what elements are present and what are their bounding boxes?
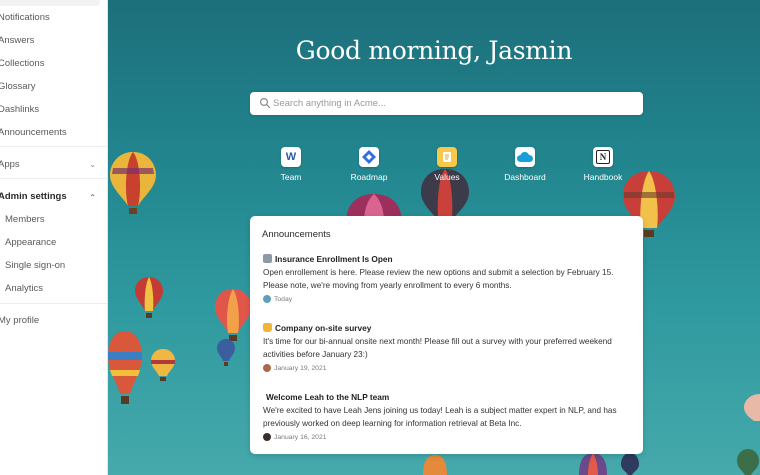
sidebar-item-analytics[interactable]: Analytics <box>5 279 107 299</box>
announcement-meta: January 16, 2021 <box>263 433 635 441</box>
sidebar-item-label: Answers <box>0 35 35 46</box>
sidebar-item-my-profile[interactable]: My profile <box>0 311 107 331</box>
sidebar-item-dashlinks[interactable]: Dashlinks <box>0 100 107 120</box>
announcement-date: January 16, 2021 <box>274 433 327 441</box>
hot-air-balloon-image <box>621 453 639 475</box>
salesforce-cloud-icon <box>515 147 535 167</box>
sidebar-item-label: Single sign-on <box>5 260 66 271</box>
jira-diamond-icon <box>359 147 379 167</box>
shortcut-handbook[interactable]: N Handbook <box>568 147 638 182</box>
announcement-date: Today <box>274 295 293 303</box>
announcement-meta: January 19, 2021 <box>263 364 635 372</box>
sidebar-item-announcements[interactable]: Announcements <box>0 123 107 143</box>
announcement-item[interactable]: Welcome Leah to the NLP team We're excit… <box>263 391 635 441</box>
announcement-title-text: Company on-site survey <box>275 322 372 333</box>
shortcut-team[interactable]: W Team <box>256 147 326 182</box>
announcement-title: Welcome Leah to the NLP team <box>263 391 635 402</box>
notion-n-icon: N <box>593 147 613 167</box>
hot-air-balloon-image <box>215 289 251 341</box>
search-input[interactable]: Search anything in Acme... <box>273 92 386 115</box>
announcement-date: January 19, 2021 <box>274 364 327 372</box>
hot-air-balloon-image <box>108 331 142 404</box>
announcement-body: We're excited to have Leah Jens joining … <box>263 406 617 428</box>
hot-air-balloon-image <box>579 453 607 475</box>
hot-air-balloon-image <box>423 455 447 475</box>
avatar <box>263 295 271 303</box>
shortcut-label: Dashboard <box>504 172 546 182</box>
sidebar-item-single-sign-on[interactable]: Single sign-on <box>5 256 107 276</box>
word-w-icon: W <box>281 147 301 167</box>
avatar <box>263 433 271 441</box>
avatar <box>263 364 271 372</box>
search-icon <box>259 97 271 109</box>
sidebar-item-label: Appearance <box>5 237 57 248</box>
sidebar-item-label: Admin settings <box>0 191 67 202</box>
sidebar-item-label: Analytics <box>5 283 44 294</box>
sidebar-divider <box>0 303 107 304</box>
greeting-heading: Good morning, Jasmin <box>295 36 573 65</box>
sidebar-item-admin-settings[interactable]: Admin settings ⌃ <box>0 187 107 207</box>
hot-air-balloon-image <box>151 349 175 381</box>
sidebar-item-label: Notifications <box>0 12 50 23</box>
sidebar-item-label: Apps <box>0 159 20 170</box>
sidebar-item-collections[interactable]: Collections <box>0 54 107 74</box>
sidebar-divider <box>0 178 107 179</box>
chevron-down-icon: ⌄ <box>89 160 96 169</box>
hot-air-balloon-image <box>744 394 760 421</box>
shortcut-label: Roadmap <box>350 172 388 182</box>
sidebar-item-members[interactable]: Members <box>5 210 107 230</box>
shortcut-values[interactable]: Values <box>412 147 482 182</box>
shortcut-label: Team <box>280 172 302 182</box>
home-background: Good morning, Jasmin Search anything in … <box>108 0 760 475</box>
announcement-item[interactable]: Company on-site survey It's time for our… <box>263 322 635 372</box>
announcement-title: Company on-site survey <box>263 322 635 333</box>
shortcut-dashboard[interactable]: Dashboard <box>490 147 560 182</box>
sidebar-item-appearance[interactable]: Appearance <box>5 233 107 253</box>
sidebar-divider <box>0 146 107 147</box>
shortcut-roadmap[interactable]: Roadmap <box>334 147 404 182</box>
shortcut-label: Handbook <box>583 172 623 182</box>
announcement-item[interactable]: Insurance Enrollment Is Open Open enroll… <box>263 253 635 303</box>
chevron-up-icon: ⌃ <box>89 193 96 202</box>
announcement-title-text: Insurance Enrollment Is Open <box>275 253 393 264</box>
announcements-title: Announcements <box>262 229 331 240</box>
announcement-body: Open enrollement is here. Please review … <box>263 268 614 290</box>
sidebar-item-answers[interactable]: Answers <box>0 31 107 51</box>
search-bar[interactable]: Search anything in Acme... <box>250 92 643 115</box>
beer-emoji-icon <box>263 323 272 332</box>
sidebar-item-label: Members <box>5 214 45 225</box>
announcements-card: Announcements Insurance Enrollment Is Op… <box>250 216 643 454</box>
sidebar-item-label: Announcements <box>0 127 67 138</box>
sidebar-item-label: Dashlinks <box>0 104 40 115</box>
announcement-meta: Today <box>263 295 635 303</box>
sidebar: Notifications Answers Collections Glossa… <box>0 0 108 475</box>
hot-air-balloon-image <box>110 152 156 214</box>
building-emoji-icon <box>263 254 272 263</box>
sidebar-item-apps[interactable]: Apps ⌄ <box>0 155 107 175</box>
hot-air-balloon-image <box>737 449 759 475</box>
announcement-title: Insurance Enrollment Is Open <box>263 253 635 264</box>
sidebar-item-label: Glossary <box>0 81 36 92</box>
sidebar-item-notifications[interactable]: Notifications <box>0 8 107 28</box>
document-icon <box>437 147 457 167</box>
hot-air-balloon-image <box>135 277 163 318</box>
hot-air-balloon-image <box>217 339 235 366</box>
announcement-title-text: Welcome Leah to the NLP team <box>266 391 390 402</box>
announcement-body: It's time for our bi-annual onsite next … <box>263 337 612 359</box>
sidebar-item-glossary[interactable]: Glossary <box>0 77 107 97</box>
sidebar-item-label: My profile <box>0 315 40 326</box>
sidebar-item-label: Collections <box>0 58 45 69</box>
shortcut-label: Values <box>434 172 460 182</box>
sidebar-top-highlight <box>0 0 100 6</box>
